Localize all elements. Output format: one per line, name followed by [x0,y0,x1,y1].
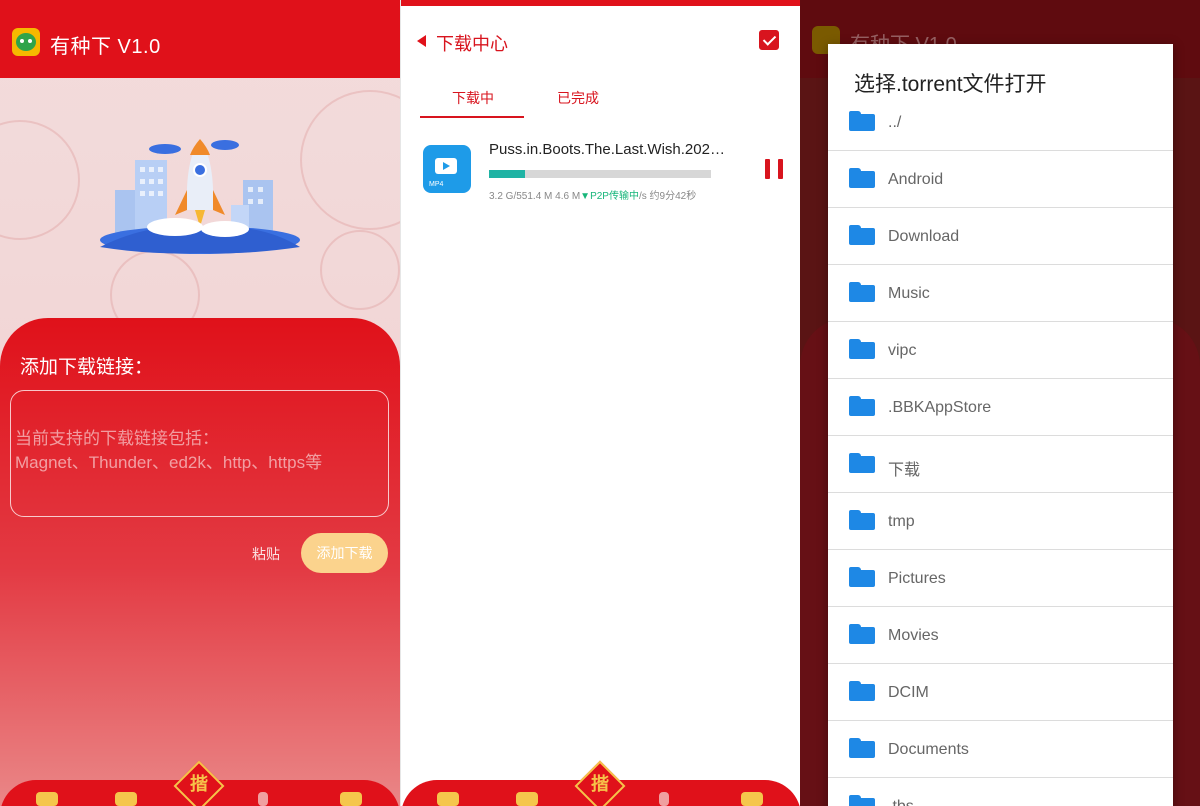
progress-fill [489,170,525,178]
folder-icon [849,738,875,758]
add-link-card: 添加下载链接： 当前支持的下载链接包括： Magnet、Thunder、ed2k… [0,318,400,806]
download-progress-bar [489,170,711,178]
home-panel: 有种下 V1.0 添加下载链接： 当前支持的下载链接包括： Magnet、Thu… [0,0,400,806]
task-file-name: Puss.in.Boots.The.Last.Wish.202… [489,141,725,158]
folder-icon [849,624,875,644]
file-name: 下载 [888,462,921,479]
nav-gift-icon[interactable] [340,792,362,806]
mp4-file-icon: MP4 [423,145,471,193]
center-nav-badge: 揩 [591,774,609,794]
back-arrow-icon[interactable] [417,35,426,47]
file-name: Download [888,228,960,245]
folder-icon [849,567,875,587]
file-name: DCIM [888,684,929,701]
file-list-item[interactable]: 下载 [828,436,1173,493]
nav-lantern-icon[interactable] [36,792,58,806]
nav-gift-icon[interactable] [741,792,763,806]
folder-icon [849,282,875,302]
nav-envelope-icon[interactable] [516,792,538,806]
file-list-item[interactable]: Movies [828,607,1173,664]
decorative-circle [320,230,400,310]
pause-icon[interactable] [765,159,783,179]
file-list-item[interactable]: .BBKAppStore [828,379,1173,436]
file-list-item[interactable]: tmp [828,493,1173,550]
file-name: .BBKAppStore [888,399,992,416]
decorative-circle [300,90,400,230]
nav-lantern-icon[interactable] [437,792,459,806]
tab-completed[interactable]: 已完成 [557,88,599,108]
app-header: 有种下 V1.0 [0,0,400,78]
p2p-status: ▼P2P传输中 [580,191,639,202]
file-list-item[interactable]: ../ [828,94,1173,151]
download-center-panel: 下载中心 下载中 已完成 MP4 Puss.in.Boots.The.Last.… [400,0,800,806]
active-tab-indicator [420,116,524,118]
page-title: 下载中心 [436,34,508,54]
folder-icon [849,111,875,131]
task-size: 3.2 G/551.4 M [489,191,553,202]
file-list-item[interactable]: Pictures [828,550,1173,607]
nav-person-icon[interactable] [258,792,268,806]
task-remaining: /s 约9分42秒 [638,191,697,202]
folder-icon [849,396,875,416]
file-list-item[interactable]: .tbs [828,778,1173,806]
task-speed: 4.6 M [555,191,581,202]
folder-icon [849,225,875,245]
status-bar [401,0,800,6]
file-list-item[interactable]: Android [828,151,1173,208]
folder-icon [849,681,875,701]
paste-button[interactable]: 粘贴 [252,544,280,564]
task-status: 3.2 G/551.4 M 4.6 M▼P2P传输中/s 约9分42秒 [489,187,696,202]
folder-icon [849,453,875,473]
file-list-item[interactable]: Download [828,208,1173,265]
download-task-row[interactable]: MP4 Puss.in.Boots.The.Last.Wish.202… 3.2… [423,141,783,205]
folder-icon [849,795,875,806]
app-logo-icon [12,28,40,56]
folder-icon [849,339,875,359]
add-link-title: 添加下载链接： [20,357,154,378]
torrent-file-dialog: 选择.torrent文件打开 ../Android Download Music vi… [828,44,1173,806]
link-input-placeholder: 当前支持的下载链接包括： Magnet、Thunder、ed2k、http、ht… [15,429,323,472]
file-list-item[interactable]: Music [828,265,1173,322]
add-download-button[interactable]: 添加下载 [301,533,388,573]
decorative-circle [0,120,80,240]
tab-downloading[interactable]: 下载中 [452,88,494,108]
file-name: tmp [888,513,915,530]
center-nav-badge: 揩 [190,774,208,794]
file-name: .tbs [888,798,914,806]
download-link-input[interactable]: 当前支持的下载链接包括： Magnet、Thunder、ed2k、http、ht… [10,390,389,517]
file-name: vipc [888,342,917,359]
select-checkbox-icon[interactable] [759,30,779,50]
file-name: Movies [888,627,939,644]
nav-envelope-icon[interactable] [115,792,137,806]
file-name: Documents [888,741,969,758]
rocket-city-illustration [100,139,300,254]
file-list-item[interactable]: Documents [828,721,1173,778]
file-list-item[interactable]: DCIM [828,664,1173,721]
file-name: Pictures [888,570,946,587]
app-title: 有种下 V1.0 [50,36,161,58]
folder-icon [849,168,875,188]
file-list-item[interactable]: vipc [828,322,1173,379]
folder-icon [849,510,875,530]
file-name: Android [888,171,944,188]
file-name: ../ [888,114,902,131]
nav-person-icon[interactable] [659,792,669,806]
file-name: Music [888,285,930,302]
